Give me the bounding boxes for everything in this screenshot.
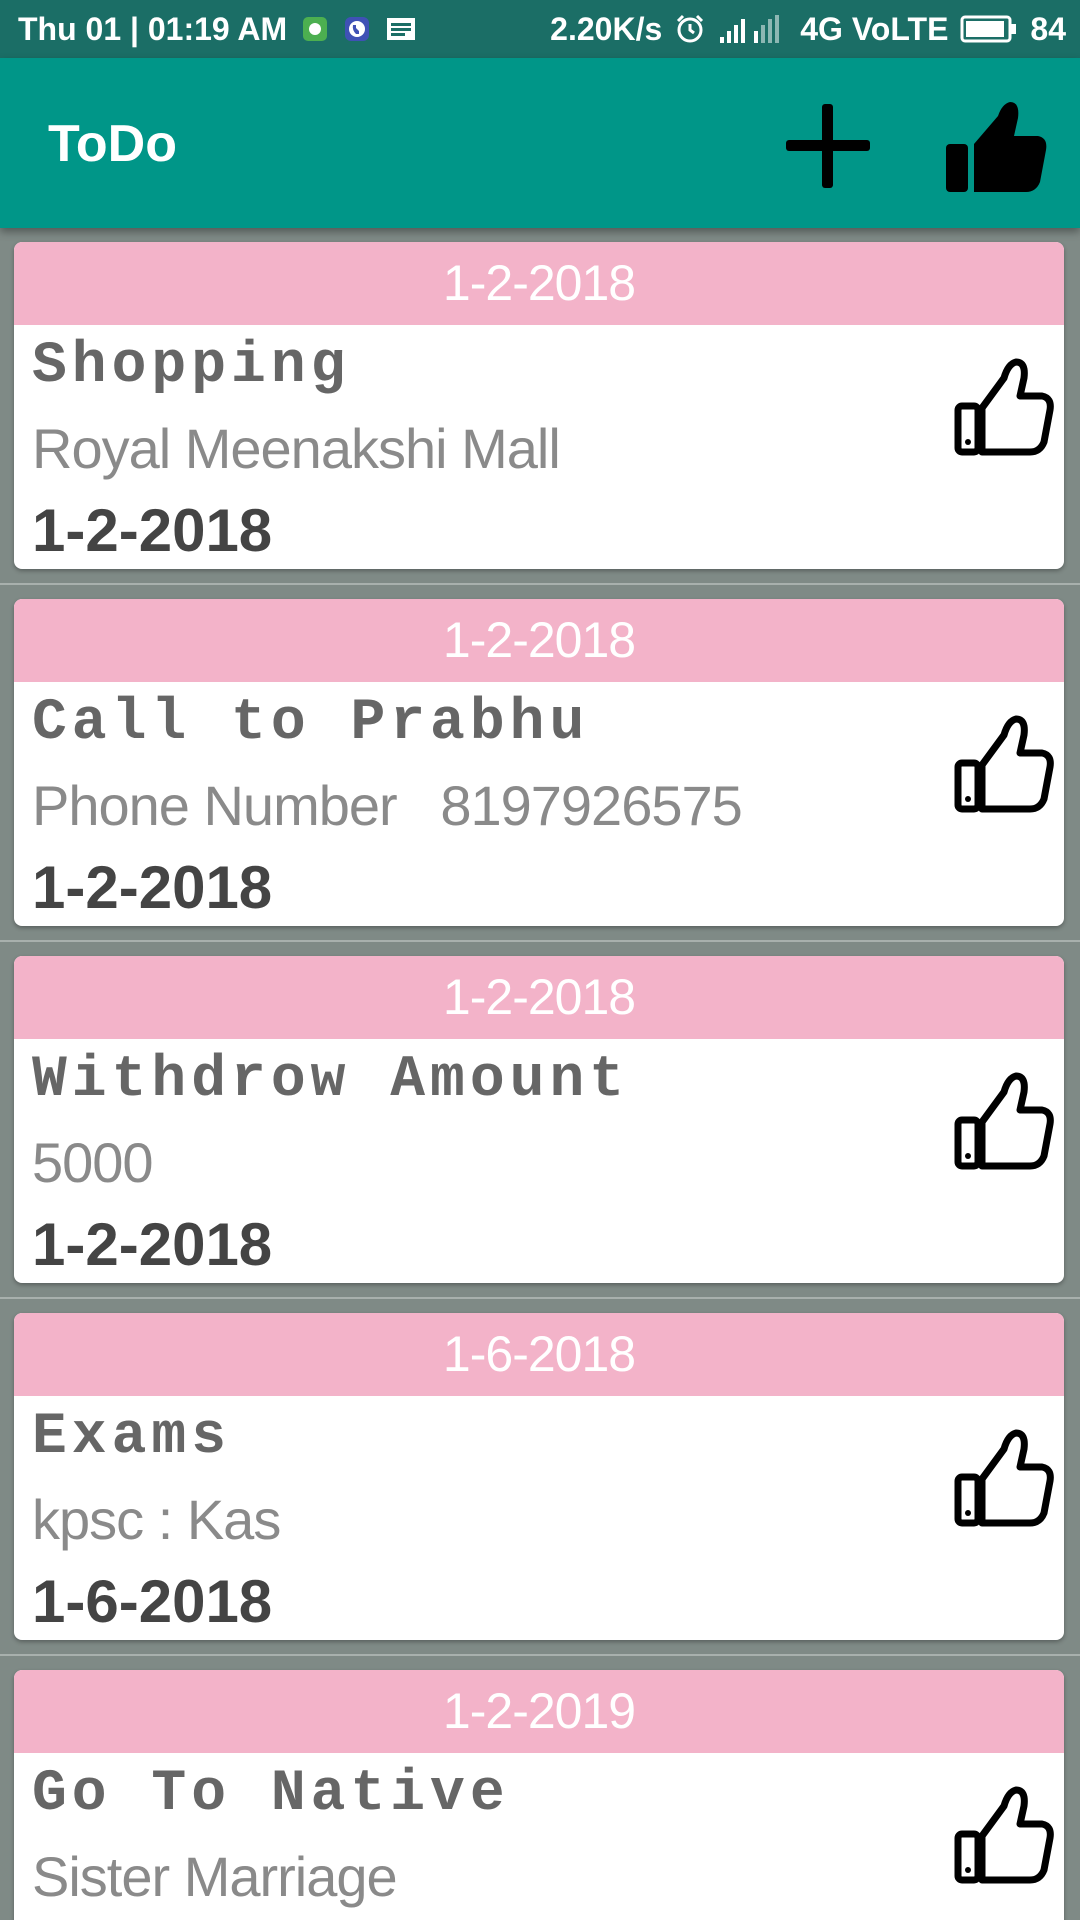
card-header-date: 1-6-2018 — [14, 1313, 1064, 1396]
thumbs-up-outline-icon — [954, 715, 1054, 813]
battery-level: 84 — [1030, 10, 1066, 47]
thumbs-up-outline-icon — [954, 1786, 1054, 1884]
thumbs-up-filled-icon — [946, 102, 1047, 192]
battery-icon — [960, 14, 1018, 44]
todo-card[interactable]: 1-2-2018 Call to Prabhu Phone Number 819… — [14, 599, 1064, 926]
todo-description: Royal Meenakshi Mall — [32, 417, 561, 480]
list-item: 1-2-2018 Shopping Royal Meenakshi Mall 1… — [0, 228, 1080, 585]
status-datetime: Thu 01 | 01:19 AM — [18, 10, 288, 47]
network-speed: 2.20K/s — [550, 10, 663, 47]
todo-title: Withdrow Amount — [32, 1048, 630, 1113]
todo-title: Exams — [32, 1405, 232, 1470]
list-item: 1-6-2018 Exams kpsc : Kas 1-6-2018 — [0, 1299, 1080, 1656]
card-header-date: 1-2-2018 — [14, 599, 1064, 682]
signal-strength-icon — [718, 13, 788, 45]
todo-description: Phone Number 8197926575 — [32, 774, 743, 837]
like-button[interactable] — [952, 1423, 1056, 1533]
list-item: 1-2-2019 Go To Native Sister Marriage — [0, 1656, 1080, 1920]
list-item: 1-2-2018 Call to Prabhu Phone Number 819… — [0, 585, 1080, 942]
app-bar: ToDo — [0, 58, 1080, 228]
todo-title: Go To Native — [32, 1762, 510, 1827]
list-item: 1-2-2018 Withdrow Amount 5000 1-2-2018 — [0, 942, 1080, 1299]
network-type: 4G VoLTE — [800, 10, 949, 47]
todo-description: 5000 — [32, 1131, 154, 1194]
todo-date: 1-2-2018 — [32, 497, 273, 564]
like-button[interactable] — [952, 1066, 1056, 1176]
like-button[interactable] — [952, 1780, 1056, 1890]
todo-description: Sister Marriage — [32, 1845, 398, 1908]
thumbs-up-outline-icon — [954, 1072, 1054, 1170]
todo-card[interactable]: 1-6-2018 Exams kpsc : Kas 1-6-2018 — [14, 1313, 1064, 1640]
todo-card[interactable]: 1-2-2019 Go To Native Sister Marriage — [14, 1670, 1064, 1920]
todo-title: Call to Prabhu — [32, 691, 590, 756]
todo-title: Shopping — [32, 334, 351, 399]
todo-date: 1-2-2018 — [32, 854, 273, 921]
todo-description: kpsc : Kas — [32, 1488, 281, 1551]
like-button[interactable] — [952, 352, 1056, 462]
like-button[interactable] — [952, 709, 1056, 819]
todo-date: 1-6-2018 — [32, 1568, 273, 1635]
card-header-date: 1-2-2019 — [14, 1670, 1064, 1753]
like-all-button[interactable] — [940, 94, 1050, 198]
add-todo-button[interactable] — [776, 94, 880, 198]
phone-notification-icon — [343, 15, 371, 43]
card-header-date: 1-2-2018 — [14, 242, 1064, 325]
app-title: ToDo — [48, 115, 177, 173]
plus-icon — [786, 104, 870, 188]
todo-date: 1-2-2018 — [32, 1211, 273, 1278]
thumbs-up-outline-icon — [954, 1429, 1054, 1527]
alarm-icon — [674, 13, 706, 45]
thumbs-up-outline-icon — [954, 358, 1054, 456]
card-header-date: 1-2-2018 — [14, 956, 1064, 1039]
todo-card[interactable]: 1-2-2018 Shopping Royal Meenakshi Mall 1… — [14, 242, 1064, 569]
status-bar: Thu 01 | 01:19 AM 2.20K/s 4G VoLTE 84 — [0, 0, 1080, 58]
app-notification-icon — [301, 15, 329, 43]
message-notification-icon — [385, 15, 417, 43]
todo-card[interactable]: 1-2-2018 Withdrow Amount 5000 1-2-2018 — [14, 956, 1064, 1283]
todo-list: 1-2-2018 Shopping Royal Meenakshi Mall 1… — [0, 228, 1080, 1920]
